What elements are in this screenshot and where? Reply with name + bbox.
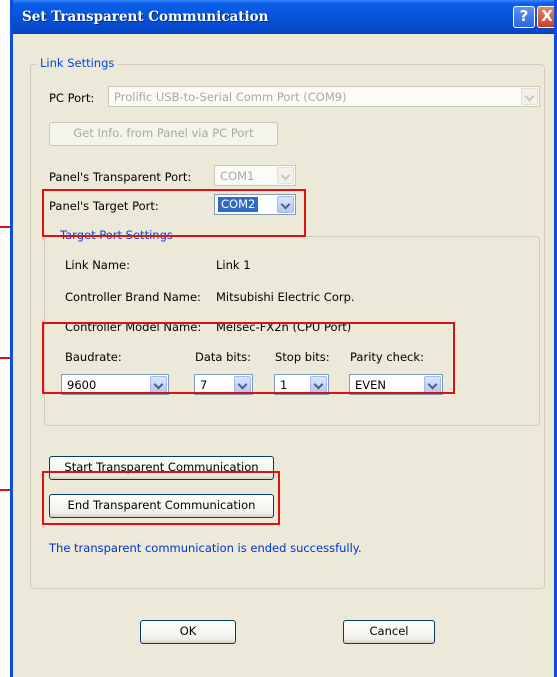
baudrate-value: 9600 <box>67 378 97 392</box>
status-message: The transparent communication is ended s… <box>49 541 362 555</box>
get-info-button[interactable]: Get Info. from Panel via PC Port <box>49 122 278 146</box>
dialog-window: Set Transparent Communication ? X Link S… <box>10 0 557 677</box>
link-settings-legend: Link Settings <box>37 56 118 70</box>
parity-label: Parity check: <box>350 350 424 364</box>
pc-port-label: PC Port: <box>49 91 95 105</box>
chevron-down-icon <box>424 376 441 393</box>
stop-bits-value: 1 <box>280 378 288 392</box>
start-transparent-communication-button[interactable]: Start Transparent Communication <box>49 456 274 480</box>
stop-bits-label: Stop bits: <box>275 350 330 364</box>
chevron-down-icon <box>521 88 538 105</box>
chevron-down-icon <box>277 167 294 184</box>
model-label: Controller Model Name: <box>65 320 202 334</box>
window-title: Set Transparent Communication <box>22 9 269 25</box>
help-button[interactable]: ? <box>513 6 535 28</box>
link-name-label: Link Name: <box>65 258 131 272</box>
target-port-select[interactable]: COM2 <box>214 194 296 215</box>
parity-select[interactable]: EVEN <box>349 374 443 395</box>
close-button[interactable]: X <box>537 6 554 28</box>
transparent-port-value: COM1 <box>220 169 255 183</box>
parity-value: EVEN <box>355 378 387 392</box>
target-port-label: Panel's Target Port: <box>49 199 159 213</box>
stop-bits-select[interactable]: 1 <box>274 374 329 395</box>
pc-port-value: Prolific USB-to-Serial Comm Port (COM9) <box>114 90 347 104</box>
data-bits-label: Data bits: <box>195 350 251 364</box>
data-bits-select[interactable]: 7 <box>194 374 253 395</box>
chevron-down-icon <box>234 376 251 393</box>
baudrate-select[interactable]: 9600 <box>61 374 169 395</box>
brand-label: Controller Brand Name: <box>65 290 201 304</box>
chevron-down-icon <box>277 196 294 213</box>
title-bar[interactable]: Set Transparent Communication ? X <box>13 0 554 34</box>
target-port-value: COM2 <box>218 197 259 212</box>
target-port-settings-legend: Target Port Settings <box>57 228 176 242</box>
pc-port-select[interactable]: Prolific USB-to-Serial Comm Port (COM9) <box>108 86 540 107</box>
brand-value: Mitsubishi Electric Corp. <box>216 290 355 304</box>
model-value: Melsec-FX2n (CPU Port) <box>216 320 352 334</box>
chevron-down-icon <box>150 376 167 393</box>
transparent-port-select[interactable]: COM1 <box>214 165 296 186</box>
data-bits-value: 7 <box>200 378 208 392</box>
ok-button[interactable]: OK <box>140 620 236 644</box>
transparent-port-label: Panel's Transparent Port: <box>49 170 192 184</box>
chevron-down-icon <box>310 376 327 393</box>
baudrate-label: Baudrate: <box>65 350 122 364</box>
end-transparent-communication-button[interactable]: End Transparent Communication <box>49 494 274 518</box>
cancel-button[interactable]: Cancel <box>343 620 435 644</box>
link-name-value: Link 1 <box>216 258 251 272</box>
